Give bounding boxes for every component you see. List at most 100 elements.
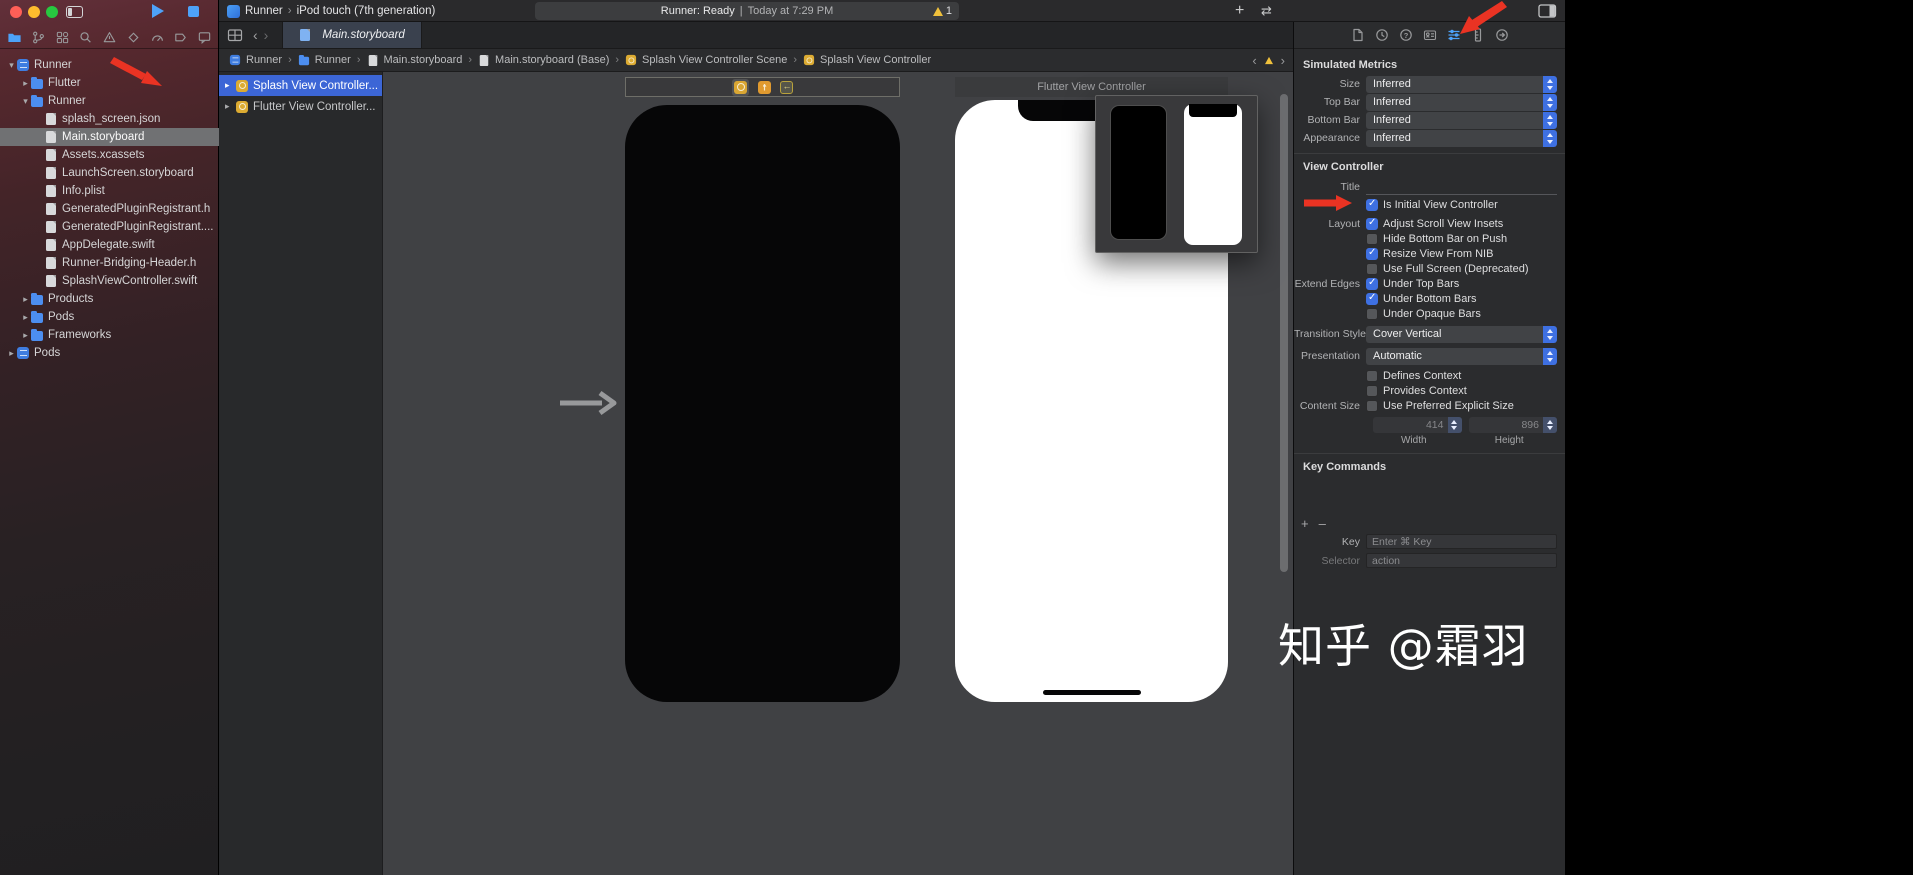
stepper-arrows-icon[interactable] (1543, 417, 1557, 433)
zoom-window-button[interactable] (46, 6, 58, 18)
outline-item-splash-view-controller[interactable]: ▸ Splash View Controller... (219, 75, 382, 96)
title-field[interactable] (1366, 179, 1557, 195)
disclosure-icon[interactable]: ▸ (20, 78, 31, 89)
library-button[interactable]: + (1235, 0, 1244, 22)
popup-button[interactable]: Inferred (1366, 75, 1557, 93)
breadcrumb-item[interactable]: Runner (229, 54, 282, 66)
breadcrumb-item[interactable]: Main.storyboard (367, 54, 462, 67)
light-screen-thumbnail[interactable] (1184, 104, 1242, 245)
storyboard-entry-point-arrow[interactable] (558, 389, 620, 417)
navigator-item[interactable]: ▸ Pods (0, 308, 219, 326)
breadcrumb-item[interactable]: Main.storyboard (Base) (478, 54, 609, 67)
source-control-navigator-tab-icon[interactable] (31, 30, 46, 45)
disclosure-icon[interactable]: ▸ (20, 312, 31, 323)
next-issue-button[interactable]: › (1281, 53, 1285, 68)
navigator-item[interactable]: splash_screen.json (0, 110, 219, 128)
checkbox[interactable] (1366, 369, 1378, 382)
project-navigator-tab-icon[interactable] (7, 30, 22, 45)
inspector-toggle-button[interactable] (1538, 4, 1557, 18)
stop-button[interactable] (188, 6, 199, 17)
editor-swap-icon[interactable]: ⇄ (1261, 0, 1272, 22)
view-controller-dock-icon[interactable] (734, 80, 747, 94)
navigator-item[interactable]: GeneratedPluginRegistrant.... (0, 218, 219, 236)
navigator-item[interactable]: Assets.xcassets (0, 146, 219, 164)
issue-navigator-tab-icon[interactable] (102, 30, 117, 45)
related-items-icon[interactable] (227, 28, 243, 43)
storyboard-canvas[interactable]: Flutter View Controller (383, 72, 1293, 875)
height-stepper[interactable]: 896 (1468, 417, 1557, 433)
first-responder-dock-icon[interactable] (758, 80, 771, 94)
scheme-selector[interactable]: Runner › iPod touch (7th generation) (227, 0, 435, 22)
popup-button[interactable]: Automatic (1366, 347, 1557, 365)
navigator-item[interactable]: ▸ Frameworks (0, 326, 219, 344)
dark-screen-thumbnail[interactable] (1110, 105, 1167, 240)
navigator-item[interactable]: ▾ Runner (0, 92, 219, 110)
navigator-toggle-icon[interactable] (66, 6, 83, 18)
popup-button[interactable]: Inferred (1366, 93, 1557, 111)
key-row: Key Enter ⌘ Key (1294, 533, 1565, 550)
splash-view-controller-view[interactable] (625, 105, 900, 702)
file-inspector-tab-icon[interactable] (1350, 27, 1366, 43)
disclosure-icon[interactable]: ▸ (20, 330, 31, 341)
remove-key-command-button[interactable]: – (1319, 516, 1326, 531)
checkbox[interactable] (1366, 247, 1378, 260)
minimize-window-button[interactable] (28, 6, 40, 18)
disclosure-icon[interactable]: ▸ (225, 101, 236, 112)
breadcrumb-item[interactable]: Splash View Controller (803, 54, 931, 66)
warning-indicator[interactable]: 1 (932, 2, 952, 20)
symbol-navigator-tab-icon[interactable] (55, 30, 70, 45)
breadcrumb-item[interactable]: Splash View Controller Scene (625, 54, 787, 66)
tab-main-storyboard[interactable]: Main.storyboard (282, 22, 422, 48)
checkbox[interactable] (1366, 384, 1378, 397)
navigator-item[interactable]: ▸ Pods (0, 344, 219, 362)
find-navigator-tab-icon[interactable] (78, 30, 93, 45)
forward-button[interactable]: › (264, 27, 269, 43)
key-input[interactable]: Enter ⌘ Key (1366, 534, 1557, 549)
navigator-item[interactable]: GeneratedPluginRegistrant.h (0, 200, 219, 218)
disclosure-icon[interactable]: ▸ (20, 294, 31, 305)
checkbox[interactable] (1366, 399, 1378, 412)
disclosure-icon[interactable]: ▸ (6, 348, 17, 359)
checkbox[interactable] (1366, 292, 1378, 305)
width-stepper[interactable]: 414 (1373, 417, 1462, 433)
disclosure-icon[interactable]: ▾ (20, 96, 31, 107)
navigator-item[interactable]: AppDelegate.swift (0, 236, 219, 254)
identity-inspector-tab-icon[interactable] (1422, 27, 1438, 43)
previous-issue-button[interactable]: ‹ (1252, 53, 1256, 68)
checkbox[interactable] (1366, 262, 1378, 275)
report-navigator-tab-icon[interactable] (197, 30, 212, 45)
checkbox[interactable] (1366, 307, 1378, 320)
popup-button[interactable]: Inferred (1366, 129, 1557, 147)
disclosure-icon[interactable]: ▾ (6, 60, 17, 71)
close-window-button[interactable] (10, 6, 22, 18)
test-navigator-tab-icon[interactable] (126, 30, 141, 45)
navigator-item[interactable]: LaunchScreen.storyboard (0, 164, 219, 182)
checkbox[interactable] (1366, 232, 1378, 245)
outline-item-flutter-view-controller[interactable]: ▸ Flutter View Controller... (219, 96, 382, 117)
inspector-checkbox-row: Layout Adjust Scroll View Insets (1294, 216, 1565, 231)
checkbox[interactable] (1366, 277, 1378, 290)
debug-navigator-tab-icon[interactable] (150, 30, 165, 45)
run-button[interactable] (152, 4, 164, 18)
exit-dock-icon[interactable] (780, 80, 793, 94)
popup-button[interactable]: Inferred (1366, 111, 1557, 129)
stepper-arrows-icon[interactable] (1447, 417, 1462, 433)
navigator-item[interactable]: Info.plist (0, 182, 219, 200)
navigator-item[interactable]: ▸ Products (0, 290, 219, 308)
navigator-item[interactable]: Main.storyboard (0, 128, 219, 146)
disclosure-icon[interactable]: ▸ (225, 80, 236, 91)
navigator-item[interactable]: Runner-Bridging-Header.h (0, 254, 219, 272)
back-button[interactable]: ‹ (253, 27, 258, 43)
add-key-command-button[interactable]: + (1301, 516, 1309, 531)
breadcrumb-item[interactable]: Runner (298, 54, 351, 66)
checkbox[interactable] (1366, 198, 1378, 211)
popup-button[interactable]: Cover Vertical (1366, 325, 1557, 343)
navigator-item[interactable]: SplashViewController.swift (0, 272, 219, 290)
checkbox[interactable] (1366, 217, 1378, 230)
breakpoint-navigator-tab-icon[interactable] (173, 30, 188, 45)
flutter-scene-label[interactable]: Flutter View Controller (955, 77, 1228, 97)
quick-help-inspector-tab-icon[interactable]: ? (1398, 27, 1414, 43)
history-inspector-tab-icon[interactable] (1374, 27, 1390, 43)
canvas-scrollbar[interactable] (1280, 94, 1288, 572)
selector-input[interactable]: action (1366, 553, 1557, 568)
